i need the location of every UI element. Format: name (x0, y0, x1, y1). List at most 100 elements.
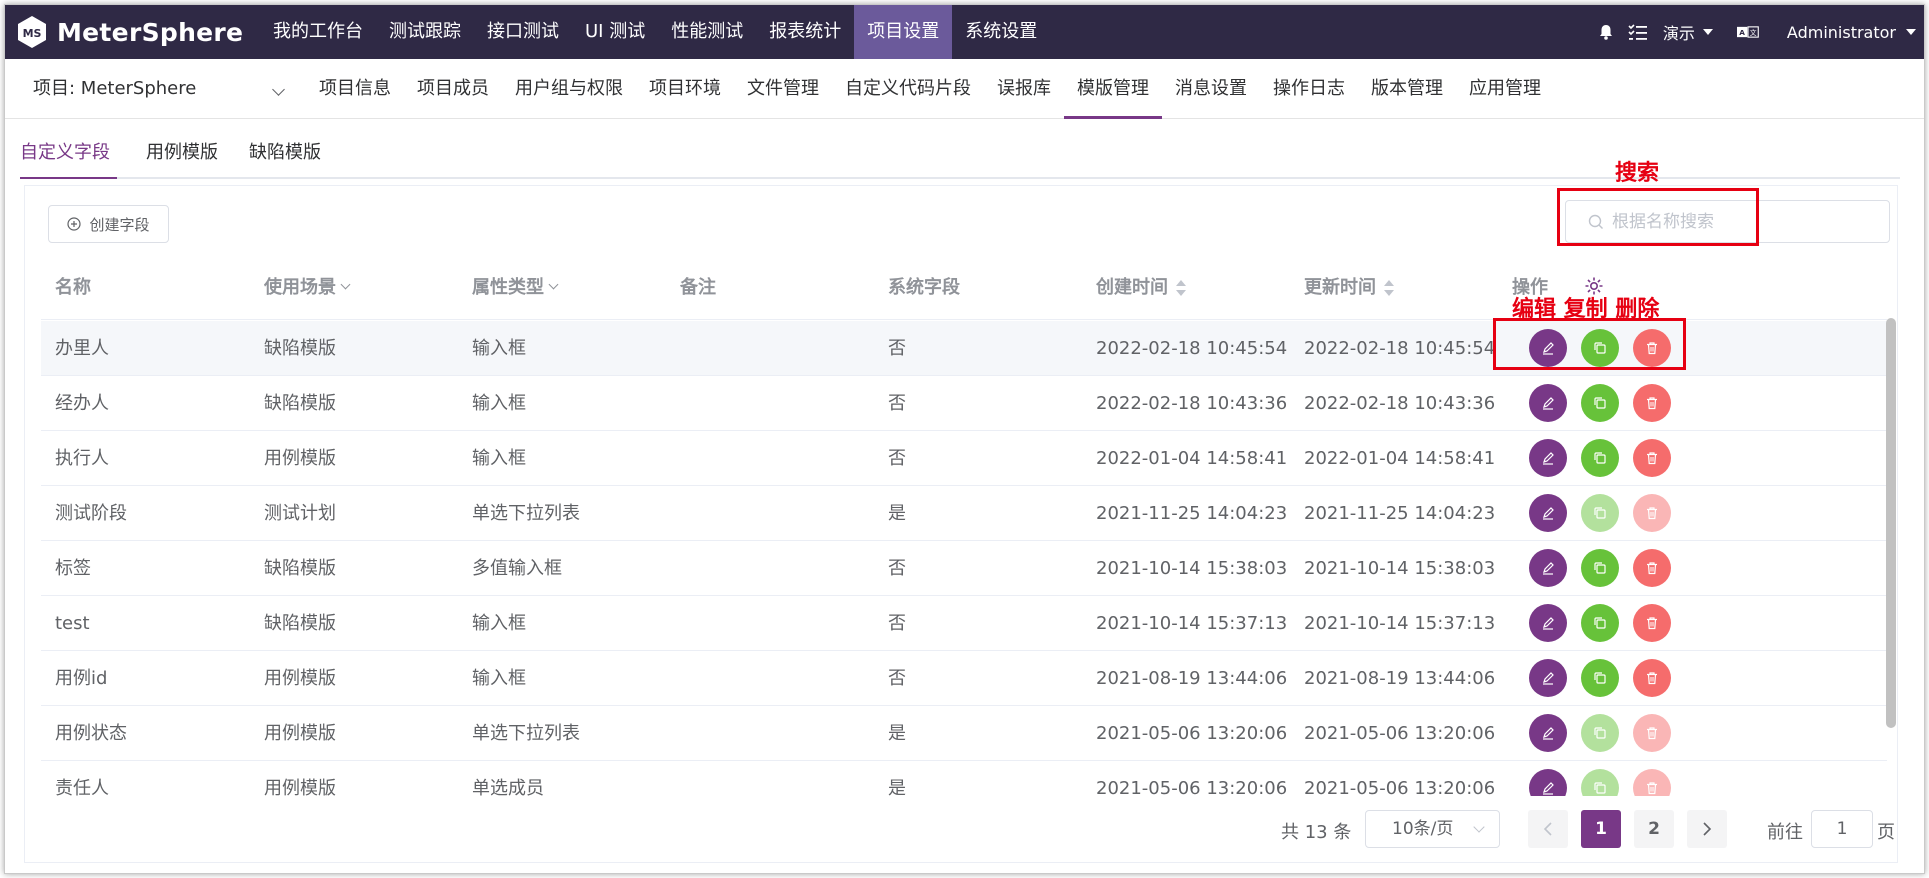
cell-scene: 用例模版 (264, 668, 336, 689)
subnav-app-management[interactable]: 应用管理 (1456, 59, 1554, 119)
edit-button[interactable] (1529, 494, 1567, 532)
copy-button[interactable] (1581, 549, 1619, 587)
delete-button[interactable] (1633, 659, 1671, 697)
subnav-file-management[interactable]: 文件管理 (734, 59, 832, 119)
row-actions (1529, 604, 1671, 642)
page-2-button[interactable]: 2 (1634, 810, 1674, 848)
table-row[interactable]: 用例id 用例模版 输入框 否 2021-08-19 13:44:06 2021-08-1… (41, 651, 1887, 706)
cell-updated: 2021-08-19 13:44:06 (1304, 668, 1496, 689)
page-size-select[interactable]: 10条/页 (1365, 810, 1500, 848)
table-row[interactable]: test 缺陷模版 输入框 否 2021-10-14 15:37:13 2021-10-1… (41, 596, 1887, 651)
chevron-down-icon (272, 83, 285, 96)
cell-type: 多值输入框 (472, 558, 562, 579)
edit-button[interactable] (1529, 439, 1567, 477)
edit-button[interactable] (1529, 659, 1567, 697)
cell-created: 2022-02-18 10:43:36 (1096, 393, 1288, 414)
workspace-switcher[interactable]: 演示 (1663, 20, 1713, 44)
edit-button[interactable] (1529, 549, 1567, 587)
prev-page-button[interactable] (1528, 810, 1568, 848)
trash-icon (1645, 561, 1659, 575)
cell-updated: 2021-05-06 13:20:06 (1304, 723, 1496, 744)
bell-icon[interactable] (1595, 21, 1617, 43)
cell-created: 2021-11-25 14:04:23 (1096, 503, 1288, 524)
annotation-search-label: 搜索 (1615, 161, 1660, 186)
task-list-icon[interactable] (1627, 21, 1649, 43)
logo[interactable]: MS MeterSphere (15, 13, 243, 51)
table-row[interactable]: 执行人 用例模版 输入框 否 2022-01-04 14:58:41 2022-01-04… (41, 431, 1887, 486)
cell-updated: 2022-01-04 14:58:41 (1304, 448, 1496, 469)
subnav-operation-log[interactable]: 操作日志 (1260, 59, 1358, 119)
next-page-button[interactable] (1687, 810, 1727, 848)
cell-updated: 2022-02-18 10:45:54 (1304, 338, 1496, 359)
table-scrollbar[interactable] (1886, 318, 1896, 728)
filter-icon[interactable] (548, 279, 559, 289)
copy-icon (1593, 671, 1607, 685)
edit-button[interactable] (1529, 384, 1567, 422)
topnav-ui-test[interactable]: UI 测试 (572, 5, 658, 59)
table-row[interactable]: 标签 缺陷模版 多值输入框 否 2021-10-14 15:38:03 2021-10-1… (41, 541, 1887, 596)
subnav-user-groups[interactable]: 用户组与权限 (502, 59, 636, 119)
project-selector[interactable]: 项目: MeterSphere (33, 59, 285, 119)
cell-name: 办里人 (55, 338, 109, 359)
delete-button[interactable] (1633, 549, 1671, 587)
table-row[interactable]: 经办人 缺陷模版 输入框 否 2022-02-18 10:43:36 2022-02-18… (41, 376, 1887, 431)
top-nav-menu: 我的工作台 测试跟踪 接口测试 UI 测试 性能测试 报表统计 项目设置 系统设… (260, 5, 1050, 59)
subnav-version-management[interactable]: 版本管理 (1358, 59, 1456, 119)
edit-button[interactable] (1529, 604, 1567, 642)
page-1-button[interactable]: 1 (1581, 810, 1621, 848)
col-scene[interactable]: 使用场景 (264, 256, 351, 320)
table-row[interactable]: 用例状态 用例模版 单选下拉列表 是 2021-05-06 13:20:06 2021-0… (41, 706, 1887, 761)
subnav-project-members[interactable]: 项目成员 (404, 59, 502, 119)
topnav-workbench[interactable]: 我的工作台 (260, 5, 376, 59)
topnav-project-settings[interactable]: 项目设置 (854, 5, 953, 59)
topnav-performance-test[interactable]: 性能测试 (658, 5, 756, 59)
edit-icon (1541, 671, 1555, 685)
sort-icon[interactable] (1384, 280, 1394, 296)
cell-name: 用例id (55, 668, 108, 689)
tab-custom-fields[interactable]: 自定义字段 (20, 138, 110, 174)
copy-button[interactable] (1581, 439, 1619, 477)
subnav-project-info[interactable]: 项目信息 (306, 59, 404, 119)
copy-button[interactable] (1581, 384, 1619, 422)
tab-issue-template[interactable]: 缺陷模版 (249, 138, 321, 174)
col-scene-label: 使用场景 (264, 277, 336, 298)
topnav-report[interactable]: 报表统计 (756, 5, 854, 59)
cell-system: 是 (888, 503, 906, 524)
topnav-api-test[interactable]: 接口测试 (474, 5, 572, 59)
copy-button[interactable] (1581, 604, 1619, 642)
cell-updated: 2021-11-25 14:04:23 (1304, 503, 1496, 524)
edit-button[interactable] (1529, 714, 1567, 752)
cell-name: 测试阶段 (55, 503, 127, 524)
delete-button[interactable] (1633, 439, 1671, 477)
filter-icon[interactable] (340, 279, 351, 289)
table-row[interactable]: 责任人 用例模版 单选成员 是 2021-05-06 13:20:06 2021-05-0… (41, 761, 1887, 796)
copy-button[interactable] (1581, 659, 1619, 697)
edit-icon (1541, 726, 1555, 740)
cell-scene: 测试计划 (264, 503, 336, 524)
tab-case-template[interactable]: 用例模版 (146, 138, 218, 174)
topnav-system-settings[interactable]: 系统设置 (952, 5, 1050, 59)
subnav-false-positive-lib[interactable]: 误报库 (984, 59, 1064, 119)
copy-button (1581, 494, 1619, 532)
delete-button[interactable] (1633, 604, 1671, 642)
subnav-code-snippets[interactable]: 自定义代码片段 (832, 59, 984, 119)
language-icon[interactable]: A文 (1736, 21, 1759, 43)
topnav-test-track[interactable]: 测试跟踪 (376, 5, 474, 59)
cell-updated: 2021-10-14 15:38:03 (1304, 558, 1496, 579)
col-type[interactable]: 属性类型 (472, 256, 559, 320)
col-created[interactable]: 创建时间 (1096, 256, 1186, 320)
col-updated[interactable]: 更新时间 (1304, 256, 1394, 320)
page-size-value: 10条/页 (1392, 819, 1454, 839)
subnav-template-management[interactable]: 模版管理 (1064, 59, 1162, 119)
subnav-message-settings[interactable]: 消息设置 (1162, 59, 1260, 119)
create-field-button[interactable]: 创建字段 (48, 205, 169, 243)
project-subnav-menu: 项目信息 项目成员 用户组与权限 项目环境 文件管理 自定义代码片段 误报库 模… (306, 59, 1554, 119)
goto-page-input[interactable]: 1 (1811, 810, 1873, 848)
table-row[interactable]: 测试阶段 测试计划 单选下拉列表 是 2021-11-25 14:04:23 2021-1… (41, 486, 1887, 541)
subnav-environments[interactable]: 项目环境 (636, 59, 734, 119)
sort-icon[interactable] (1176, 280, 1186, 296)
edit-button[interactable] (1529, 769, 1567, 796)
col-created-label: 创建时间 (1096, 277, 1168, 298)
delete-button[interactable] (1633, 384, 1671, 422)
user-menu[interactable]: Administrator (1787, 23, 1916, 42)
